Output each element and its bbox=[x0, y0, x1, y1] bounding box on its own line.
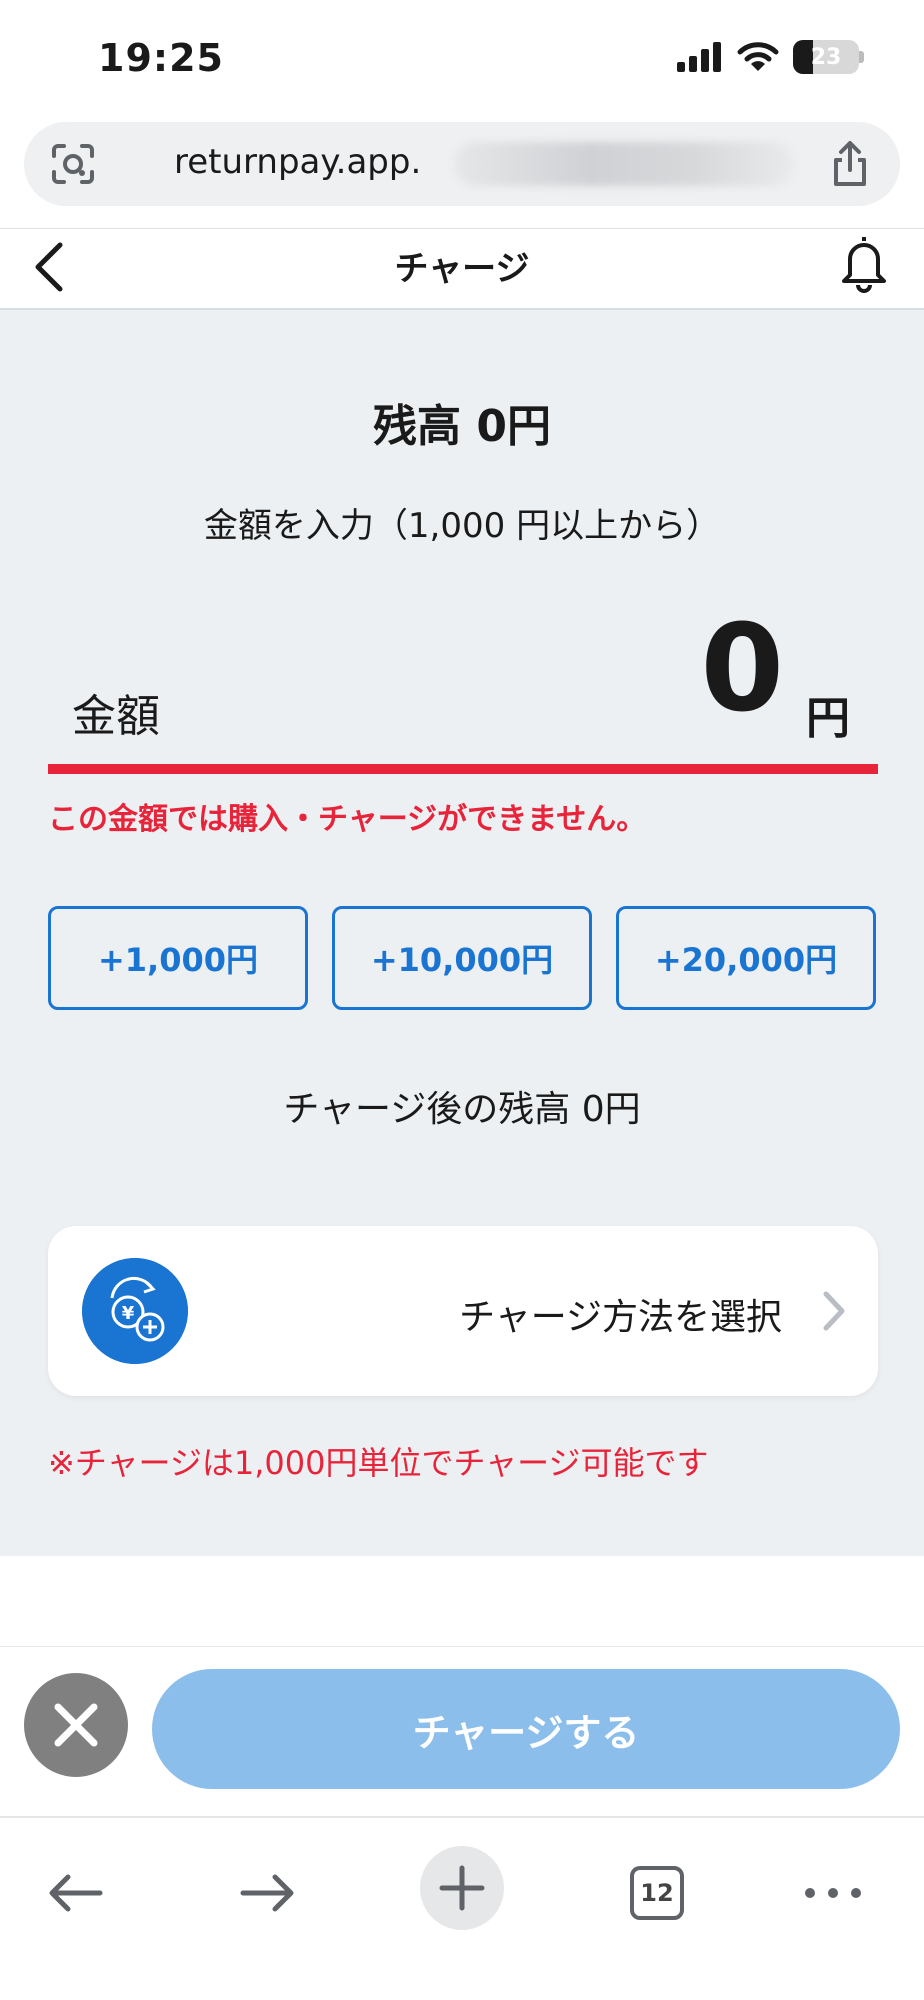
add-20000-button[interactable]: +20,000円 bbox=[616, 906, 876, 1010]
cellular-signal-icon bbox=[677, 42, 721, 72]
camera-search-icon[interactable] bbox=[50, 142, 96, 186]
svg-text:¥: ¥ bbox=[122, 1303, 135, 1324]
page-title: チャージ bbox=[394, 249, 530, 289]
battery-indicator: 23 bbox=[793, 40, 864, 74]
charge-submit-button[interactable]: チャージする bbox=[152, 1669, 900, 1789]
amount-instruction: 金額を入力（1,000 円以上から） bbox=[203, 506, 721, 546]
amount-input[interactable]: 0 bbox=[701, 610, 785, 730]
charge-panel: 残高 0円 金額を入力（1,000 円以上から） 金額 0 円 この金額では購入… bbox=[0, 310, 924, 1556]
chevron-right-icon bbox=[823, 1291, 845, 1331]
browser-back-arrow-icon[interactable] bbox=[40, 1858, 110, 1928]
charge-method-label: チャージ方法を選択 bbox=[459, 1297, 782, 1338]
wifi-icon bbox=[737, 42, 779, 71]
battery-level: 23 bbox=[810, 44, 842, 70]
status-time: 19:25 bbox=[98, 36, 224, 80]
battery-icon: 23 bbox=[793, 40, 859, 74]
notification-bell-icon[interactable] bbox=[836, 231, 892, 295]
url-redacted-blur bbox=[454, 142, 794, 186]
status-icons: 23 bbox=[677, 40, 864, 74]
close-button[interactable] bbox=[24, 1673, 128, 1777]
bottom-action-bar: チャージする bbox=[0, 1646, 924, 1816]
add-1000-button[interactable]: +1,000円 bbox=[48, 906, 308, 1010]
yen-charge-icon: ¥ bbox=[82, 1258, 188, 1364]
amount-label: 金額 bbox=[72, 691, 160, 742]
select-charge-method-button[interactable]: ¥ チャージ方法を選択 bbox=[48, 1226, 878, 1396]
share-icon[interactable] bbox=[828, 140, 872, 188]
browser-toolbar: 12 bbox=[0, 1816, 924, 2000]
amount-error-message: この金額では購入・チャージができません。 bbox=[48, 802, 647, 837]
url-text[interactable]: returnpay.app. bbox=[174, 142, 421, 182]
close-icon bbox=[54, 1703, 98, 1747]
address-bar[interactable]: returnpay.app. bbox=[24, 122, 900, 206]
add-10000-button[interactable]: +10,000円 bbox=[332, 906, 592, 1010]
tab-count: 12 bbox=[630, 1866, 684, 1920]
balance-after-charge: チャージ後の残高 0円 bbox=[283, 1089, 641, 1130]
plus-icon bbox=[439, 1865, 485, 1911]
more-options-icon[interactable] bbox=[798, 1858, 868, 1928]
amount-error-underline bbox=[48, 764, 878, 774]
status-bar: 19:25 23 bbox=[0, 0, 924, 120]
charge-unit-note: ※チャージは1,000円単位でチャージ可能です bbox=[48, 1444, 709, 1482]
tab-switcher-button[interactable]: 12 bbox=[626, 1858, 696, 1928]
current-balance: 残高 0円 bbox=[373, 401, 551, 452]
amount-unit: 円 bbox=[806, 693, 850, 744]
new-tab-button[interactable] bbox=[420, 1846, 504, 1930]
app-header: チャージ bbox=[0, 228, 924, 310]
browser-forward-arrow-icon[interactable] bbox=[233, 1858, 303, 1928]
